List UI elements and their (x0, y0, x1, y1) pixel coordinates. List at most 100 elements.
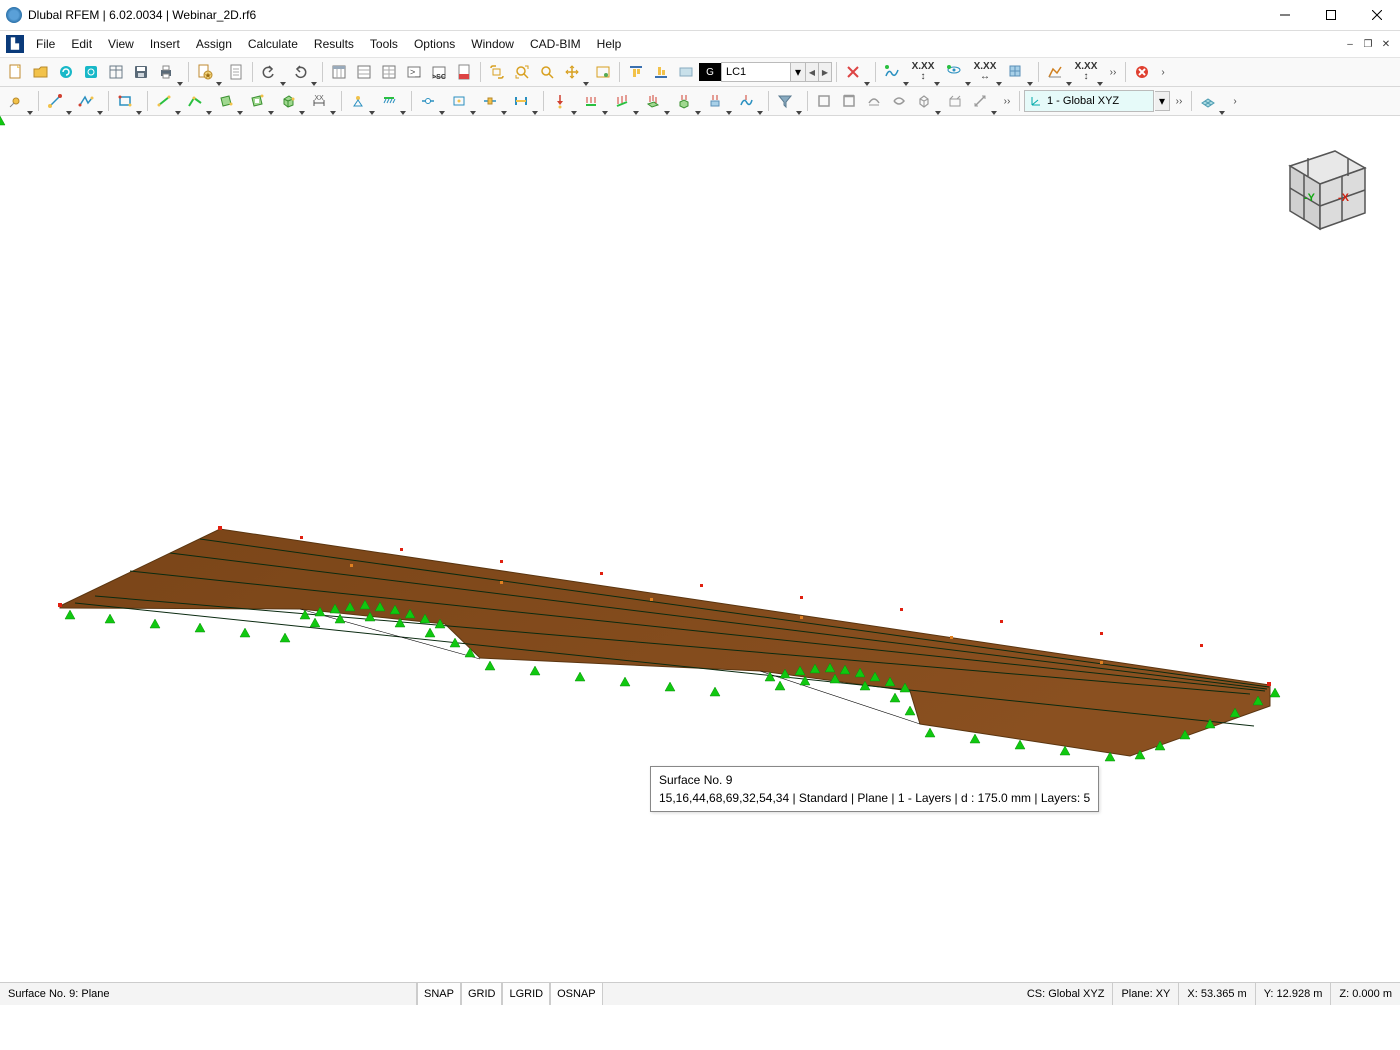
mdi-restore-icon[interactable]: ❐ (1360, 37, 1376, 51)
menu-edit[interactable]: Edit (63, 32, 100, 56)
app-logo-icon[interactable]: ▙ (6, 35, 24, 53)
workplane-button[interactable] (1196, 89, 1220, 113)
coord-system-dropdown-arrow[interactable]: ▾ (1155, 91, 1170, 111)
menu-cad-bim[interactable]: CAD-BIM (522, 32, 589, 56)
snap-toggle[interactable]: SNAP (417, 983, 461, 1005)
console-button[interactable]: >_ (402, 60, 426, 84)
menu-insert[interactable]: Insert (142, 32, 188, 56)
osnap-toggle[interactable]: OSNAP (550, 983, 603, 1005)
nodal-support-button[interactable] (346, 89, 370, 113)
model-settings-button[interactable] (79, 60, 103, 84)
table-3-button[interactable] (377, 60, 401, 84)
show-values-x2-button[interactable]: X.XX↔ (973, 60, 997, 84)
opening-button[interactable] (245, 89, 269, 113)
results-clear-button[interactable] (841, 60, 865, 84)
color-swatch-button[interactable] (674, 60, 698, 84)
release-button[interactable] (478, 89, 502, 113)
menu-calculate[interactable]: Calculate (240, 32, 306, 56)
toolbar1-overflow-2[interactable]: › (1155, 61, 1171, 83)
redo-button[interactable] (288, 60, 312, 84)
line-button[interactable] (43, 89, 67, 113)
align-top-button[interactable] (624, 60, 648, 84)
lgrid-toggle[interactable]: LGRID (502, 983, 550, 1005)
pdf-export-button[interactable] (452, 60, 476, 84)
coord-system-dropdown[interactable]: 1 - Global XYZ (1024, 90, 1154, 112)
imposed-deformation-button[interactable] (734, 89, 758, 113)
menu-options[interactable]: Options (406, 32, 463, 56)
menu-tools[interactable]: Tools (362, 32, 406, 56)
rectangle-button[interactable] (113, 89, 137, 113)
show-values-x-button[interactable]: X.XX↕ (911, 60, 935, 84)
minimize-button[interactable] (1262, 0, 1308, 30)
align-bottom-button[interactable] (649, 60, 673, 84)
table-1-button[interactable] (327, 60, 351, 84)
view-section-button[interactable] (862, 89, 886, 113)
member-set-button[interactable] (183, 89, 207, 113)
grid-toggle[interactable]: GRID (461, 983, 503, 1005)
zoom-extents-button[interactable] (510, 60, 534, 84)
line-support-button[interactable] (377, 89, 401, 113)
toolbar2-overflow-2[interactable]: ›› (1171, 90, 1187, 112)
menu-file[interactable]: File (28, 32, 63, 56)
mdi-close-icon[interactable]: ✕ (1378, 37, 1394, 51)
toolbar2-overflow-3[interactable]: › (1227, 90, 1243, 112)
loadcase-next-button[interactable]: ▶ (818, 62, 832, 82)
open-file-button[interactable] (29, 60, 53, 84)
view-curved-button[interactable] (887, 89, 911, 113)
member-load-button[interactable] (610, 89, 634, 113)
show-loads-button[interactable] (942, 60, 966, 84)
free-load-button[interactable] (703, 89, 727, 113)
print-button[interactable] (154, 60, 178, 84)
filter-button[interactable] (773, 89, 797, 113)
view-select-button[interactable] (591, 60, 615, 84)
surface-load-button[interactable] (641, 89, 665, 113)
tables-button[interactable] (104, 60, 128, 84)
rigid-link-button[interactable] (509, 89, 533, 113)
undo-button[interactable] (257, 60, 281, 84)
view-wireframe-button[interactable] (943, 89, 967, 113)
save-button[interactable] (129, 60, 153, 84)
polyline-button[interactable] (74, 89, 98, 113)
surface-button[interactable] (214, 89, 238, 113)
show-values-x3-button[interactable]: X.XX↕ (1074, 60, 1098, 84)
close-button[interactable] (1354, 0, 1400, 30)
loadcase-prev-button[interactable]: ◀ (805, 62, 819, 82)
solid-button[interactable] (276, 89, 300, 113)
toolbar1-overflow[interactable]: ›› (1105, 61, 1121, 83)
menu-view[interactable]: View (100, 32, 142, 56)
view-front-button[interactable] (812, 89, 836, 113)
show-deformations-button[interactable] (880, 60, 904, 84)
view-iso-button[interactable] (912, 89, 936, 113)
show-mesh-button[interactable] (1004, 60, 1028, 84)
line-load-button[interactable] (579, 89, 603, 113)
new-object-button[interactable]: ★ (193, 60, 217, 84)
result-diagram-button[interactable] (1043, 60, 1067, 84)
script-button[interactable]: >SC (427, 60, 451, 84)
zoom-window-button[interactable] (485, 60, 509, 84)
hinge-button[interactable] (416, 89, 440, 113)
loadcase-dropdown-arrow[interactable]: ▾ (791, 62, 806, 82)
line-hinge-button[interactable] (447, 89, 471, 113)
refresh-button[interactable] (54, 60, 78, 84)
solid-load-button[interactable] (672, 89, 696, 113)
maximize-button[interactable] (1308, 0, 1354, 30)
zoom-previous-button[interactable] (535, 60, 559, 84)
table-2-button[interactable] (352, 60, 376, 84)
mdi-minimize-icon[interactable]: – (1342, 37, 1358, 51)
model-viewport[interactable]: -Y -X Surface No. 9 15,16,44,68,69,32,54… (0, 116, 1400, 982)
navigation-cube[interactable]: -Y -X (1260, 126, 1380, 246)
measure-button[interactable] (968, 89, 992, 113)
dimension-button[interactable]: XX (307, 89, 331, 113)
menu-help[interactable]: Help (589, 32, 630, 56)
toolbar2-overflow[interactable]: ›› (999, 90, 1015, 112)
menu-results[interactable]: Results (306, 32, 362, 56)
document-button[interactable] (224, 60, 248, 84)
loadcase-dropdown[interactable]: LC1 (721, 62, 791, 82)
menu-assign[interactable]: Assign (188, 32, 240, 56)
pan-button[interactable] (560, 60, 584, 84)
view-side-button[interactable] (837, 89, 861, 113)
menu-window[interactable]: Window (463, 32, 522, 56)
nodal-load-button[interactable] (548, 89, 572, 113)
new-file-button[interactable] (4, 60, 28, 84)
member-button[interactable] (152, 89, 176, 113)
